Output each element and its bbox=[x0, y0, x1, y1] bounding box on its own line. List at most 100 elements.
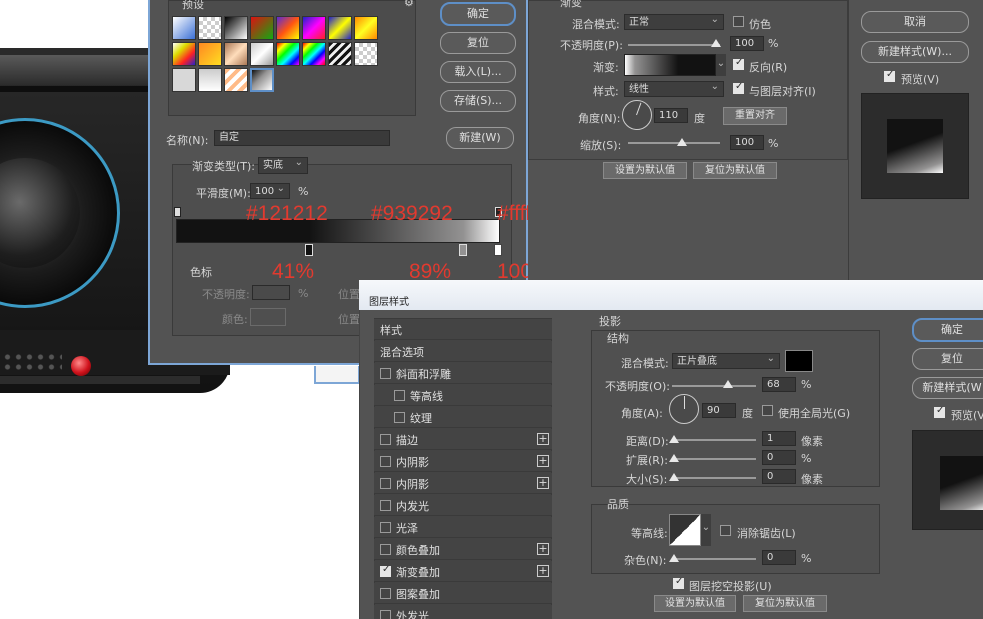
size-field[interactable]: 0 bbox=[762, 469, 796, 484]
contour-picker[interactable] bbox=[669, 514, 701, 546]
preset-swatch[interactable] bbox=[250, 68, 274, 92]
preset-swatch[interactable] bbox=[224, 68, 248, 92]
size-handle[interactable] bbox=[669, 473, 679, 481]
preset-swatch[interactable] bbox=[328, 16, 352, 40]
save-button[interactable]: 存储(S)... bbox=[440, 90, 516, 112]
style-item-checkbox[interactable] bbox=[394, 412, 405, 423]
noise-slider[interactable] bbox=[672, 558, 756, 560]
reverse-checkbox[interactable] bbox=[733, 57, 744, 70]
style-item[interactable]: 斜面和浮雕 bbox=[374, 363, 552, 384]
preset-swatch[interactable] bbox=[302, 42, 326, 66]
scale-field[interactable]: 100 bbox=[730, 135, 764, 150]
preset-swatch[interactable] bbox=[276, 42, 300, 66]
preset-swatches[interactable] bbox=[172, 16, 412, 106]
layer-style-new-style-button[interactable]: 新建样式(W bbox=[912, 377, 983, 399]
shadow-color-swatch[interactable] bbox=[785, 350, 813, 372]
global-light-checkbox[interactable] bbox=[762, 405, 773, 416]
reset-button[interactable]: 复位 bbox=[440, 32, 516, 54]
preset-swatch[interactable] bbox=[198, 68, 222, 92]
distance-handle[interactable] bbox=[669, 435, 679, 443]
style-item[interactable]: 颜色叠加 + bbox=[374, 539, 552, 560]
layer-style-reset-button[interactable]: 复位 bbox=[912, 348, 983, 370]
preset-swatch[interactable] bbox=[172, 42, 196, 66]
preset-swatch[interactable] bbox=[250, 16, 274, 40]
spread-field[interactable]: 0 bbox=[762, 450, 796, 465]
shadow-blend-select[interactable]: 正片叠底 bbox=[672, 351, 780, 369]
style-item[interactable]: 内发光 bbox=[374, 495, 552, 516]
style-item-checkbox[interactable] bbox=[380, 522, 391, 533]
scale-slider[interactable] bbox=[628, 142, 720, 144]
style-item[interactable]: 纹理 bbox=[374, 407, 552, 428]
distance-slider[interactable] bbox=[672, 439, 756, 441]
opacity-slider[interactable] bbox=[628, 44, 720, 46]
add-effect-icon[interactable]: + bbox=[537, 543, 549, 555]
style-item-checkbox[interactable] bbox=[380, 500, 391, 511]
reset-default-button[interactable]: 复位为默认值 bbox=[693, 162, 777, 179]
color-stop-41[interactable] bbox=[305, 244, 313, 256]
new-button[interactable]: 新建(W) bbox=[446, 127, 514, 149]
align-layer-checkbox[interactable] bbox=[733, 81, 744, 94]
style-item-checkbox[interactable] bbox=[380, 544, 391, 555]
noise-field[interactable]: 0 bbox=[762, 550, 796, 565]
blend-mode-select[interactable]: 正常 bbox=[624, 12, 724, 30]
style-item[interactable]: 等高线 bbox=[374, 385, 552, 406]
style-item[interactable]: 内阴影 + bbox=[374, 473, 552, 494]
style-item[interactable]: 描边 + bbox=[374, 429, 552, 450]
gradient-style-select[interactable]: 线性 bbox=[624, 79, 724, 97]
gear-icon[interactable]: ⚙ bbox=[404, 0, 414, 9]
add-effect-icon[interactable]: + bbox=[537, 455, 549, 467]
shadow-angle-field[interactable]: 90 bbox=[702, 403, 736, 418]
style-item[interactable]: 外发光 bbox=[374, 605, 552, 619]
reset-alignment-button[interactable]: 重置对齐 bbox=[723, 107, 787, 125]
load-button[interactable]: 载入(L)... bbox=[440, 61, 516, 83]
style-item-checkbox[interactable] bbox=[394, 390, 405, 401]
style-item-checkbox[interactable] bbox=[380, 610, 391, 619]
preset-swatch[interactable] bbox=[354, 16, 378, 40]
gradient-dropdown-arrow[interactable]: ⌄ bbox=[716, 54, 726, 76]
name-field[interactable]: 自定 bbox=[214, 130, 390, 146]
color-stop-100[interactable] bbox=[494, 244, 502, 256]
distance-field[interactable]: 1 bbox=[762, 431, 796, 446]
make-default-button[interactable]: 设置为默认值 bbox=[603, 162, 687, 179]
shadow-make-default-button[interactable]: 设置为默认值 bbox=[654, 595, 736, 612]
preset-swatch[interactable] bbox=[198, 16, 222, 40]
preview-checkbox[interactable] bbox=[884, 69, 895, 82]
ok-button[interactable]: 确定 bbox=[440, 2, 516, 26]
layer-style-preview-checkbox[interactable] bbox=[934, 405, 945, 418]
gradient-picker[interactable] bbox=[624, 54, 716, 76]
shadow-opacity-handle[interactable] bbox=[723, 380, 733, 388]
style-item-checkbox[interactable] bbox=[380, 564, 391, 577]
spread-slider[interactable] bbox=[672, 458, 756, 460]
preset-swatch[interactable] bbox=[172, 16, 196, 40]
style-item-checkbox[interactable] bbox=[380, 434, 391, 445]
add-effect-icon[interactable]: + bbox=[537, 433, 549, 445]
color-stop-89[interactable] bbox=[459, 244, 467, 256]
styles-header[interactable]: 样式 bbox=[374, 319, 552, 340]
antialias-checkbox[interactable] bbox=[720, 525, 731, 536]
cancel-button[interactable]: 取消 bbox=[861, 11, 969, 33]
add-effect-icon[interactable]: + bbox=[537, 477, 549, 489]
scale-slider-handle[interactable] bbox=[677, 138, 687, 146]
preset-swatch[interactable] bbox=[172, 68, 196, 92]
preset-swatch[interactable] bbox=[224, 16, 248, 40]
style-item[interactable]: 光泽 bbox=[374, 517, 552, 538]
opacity-slider-handle[interactable] bbox=[711, 39, 721, 47]
dither-checkbox[interactable] bbox=[733, 16, 744, 27]
blend-options-item[interactable]: 混合选项 bbox=[374, 341, 552, 362]
contour-dropdown-arrow[interactable]: ⌄ bbox=[701, 514, 711, 546]
preset-swatch[interactable] bbox=[198, 42, 222, 66]
preset-swatch[interactable] bbox=[302, 16, 326, 40]
style-item[interactable]: 渐变叠加 + bbox=[374, 561, 552, 582]
stop-color-swatch[interactable] bbox=[250, 308, 286, 326]
new-style-button[interactable]: 新建样式(W)... bbox=[861, 41, 969, 63]
style-item[interactable]: 内阴影 + bbox=[374, 451, 552, 472]
shadow-opacity-slider[interactable] bbox=[672, 385, 756, 387]
noise-handle[interactable] bbox=[669, 554, 679, 562]
preset-swatch[interactable] bbox=[224, 42, 248, 66]
shadow-opacity-field[interactable]: 68 bbox=[762, 377, 796, 392]
add-effect-icon[interactable]: + bbox=[537, 565, 549, 577]
style-item-checkbox[interactable] bbox=[380, 478, 391, 489]
shadow-reset-default-button[interactable]: 复位为默认值 bbox=[743, 595, 827, 612]
preset-swatch[interactable] bbox=[328, 42, 352, 66]
style-item-checkbox[interactable] bbox=[380, 368, 391, 379]
